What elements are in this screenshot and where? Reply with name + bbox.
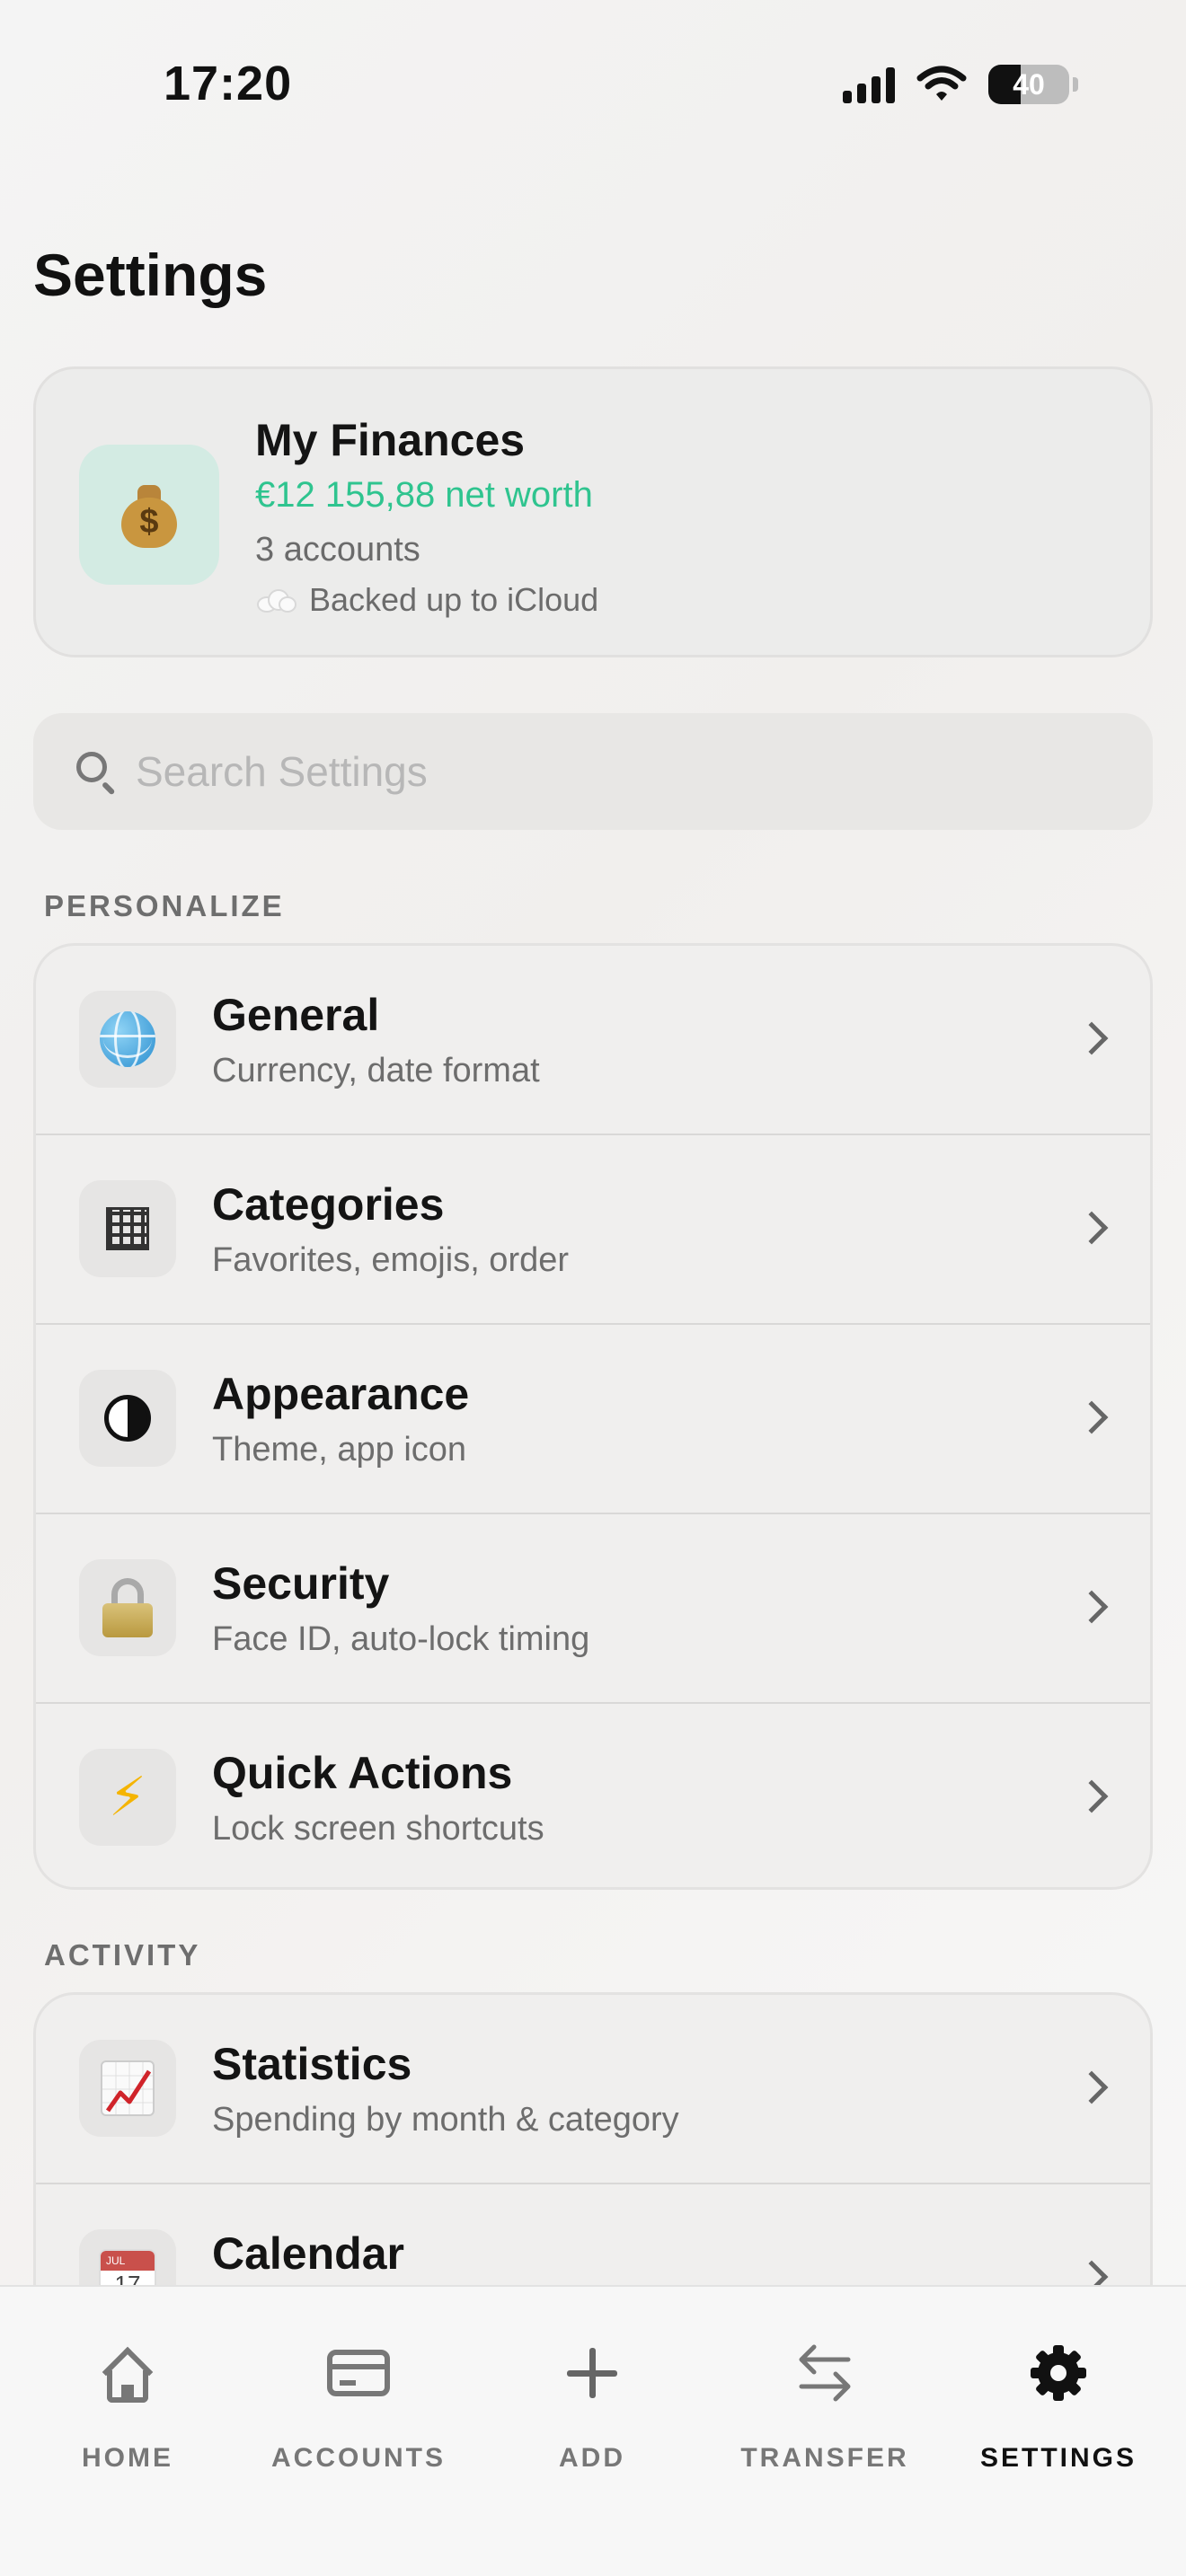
- grid-icon: [106, 1207, 149, 1250]
- battery-level: 40: [1013, 67, 1045, 101]
- search-bar[interactable]: [33, 713, 1153, 830]
- chevron-right-icon: [1075, 1590, 1109, 1624]
- settings-screen: 17:20 40 Settings $ My Finances €12 155,…: [0, 0, 1186, 2576]
- tab-settings[interactable]: SETTINGS: [951, 2337, 1166, 2474]
- tab-bar: HOME ACCOUNTS ADD TRANSFER SETTINGS: [0, 2285, 1186, 2576]
- settings-row-subtitle: Favorites, emojis, order: [212, 1241, 570, 1279]
- settings-row-title: Calendar: [212, 2228, 404, 2279]
- chevron-right-icon: [1075, 2070, 1109, 2104]
- chevron-right-icon: [1075, 1400, 1109, 1434]
- settings-row-subtitle: Theme, app icon: [212, 1431, 467, 1469]
- search-input[interactable]: [136, 736, 1153, 807]
- home-icon: [98, 2343, 157, 2403]
- tab-home[interactable]: HOME: [20, 2337, 235, 2474]
- profile-avatar: $: [79, 445, 219, 585]
- transfer-icon: [799, 2344, 851, 2402]
- profile-name: My Finances: [255, 415, 526, 465]
- settings-row-title: Categories: [212, 1179, 445, 1230]
- tab-label: HOME: [82, 2443, 173, 2473]
- profile-card[interactable]: $ My Finances €12 155,88 net worth 3 acc…: [33, 366, 1153, 657]
- settings-row-title: Appearance: [212, 1369, 470, 1419]
- settings-row-subtitle: Spending by month & category: [212, 2101, 679, 2139]
- page-title: Settings: [33, 242, 268, 308]
- gear-icon: [1031, 2345, 1086, 2401]
- search-icon: [73, 748, 119, 796]
- tab-label: ADD: [559, 2443, 625, 2473]
- plus-icon: [567, 2348, 617, 2398]
- battery-cap: [1073, 77, 1078, 92]
- section-header-personalize: PERSONALIZE: [44, 889, 285, 922]
- settings-row-general[interactable]: General Currency, date format: [36, 946, 1150, 1135]
- net-worth: €12 155,88 net worth: [255, 475, 593, 515]
- chevron-right-icon: [1075, 1779, 1109, 1813]
- globe-icon: [100, 1011, 155, 1067]
- wifi-icon: [916, 66, 967, 101]
- lightning-icon: ⚡: [108, 1767, 147, 1827]
- settings-row-categories[interactable]: Categories Favorites, emojis, order: [36, 1135, 1150, 1325]
- card-icon: [327, 2350, 390, 2396]
- status-bar: 17:20 40: [0, 0, 1186, 171]
- settings-row-title: Quick Actions: [212, 1748, 513, 1798]
- status-icons: 40: [843, 65, 1078, 104]
- account-count: 3 accounts: [255, 531, 420, 569]
- chevron-right-icon: [1075, 1021, 1109, 1055]
- backup-status-label: Backed up to iCloud: [309, 581, 599, 618]
- chart-icon: [101, 2060, 155, 2116]
- chevron-right-icon: [1075, 1211, 1109, 1245]
- battery-icon: 40: [988, 65, 1069, 104]
- settings-row-security[interactable]: Security Face ID, auto-lock timing: [36, 1514, 1150, 1704]
- cellular-signal-icon: [843, 66, 895, 103]
- settings-row-appearance[interactable]: Appearance Theme, app icon: [36, 1325, 1150, 1514]
- settings-row-subtitle: Currency, date format: [212, 1052, 540, 1090]
- cloud-icon: [255, 587, 298, 613]
- section-header-activity: ACTIVITY: [44, 1938, 201, 1972]
- backup-status: Backed up to iCloud: [255, 581, 598, 619]
- settings-row-title: Security: [212, 1558, 390, 1609]
- personalize-group: General Currency, date format Categories…: [33, 943, 1153, 1890]
- contrast-icon: [104, 1395, 151, 1442]
- settings-row-title: Statistics: [212, 2039, 412, 2089]
- settings-row-statistics[interactable]: Statistics Spending by month & category: [36, 1995, 1150, 2184]
- tab-accounts[interactable]: ACCOUNTS: [251, 2337, 466, 2474]
- tab-label: TRANSFER: [740, 2443, 909, 2473]
- settings-row-title: General: [212, 990, 380, 1040]
- settings-row-subtitle: Face ID, auto-lock timing: [212, 1620, 590, 1658]
- tab-label: ACCOUNTS: [271, 2443, 446, 2473]
- tab-transfer[interactable]: TRANSFER: [717, 2337, 933, 2474]
- tab-label: SETTINGS: [979, 2443, 1137, 2473]
- lock-icon: [102, 1578, 153, 1637]
- settings-row-subtitle: Lock screen shortcuts: [212, 1810, 544, 1848]
- money-bag-icon: $: [121, 481, 177, 548]
- calendar-icon-month: JUL: [101, 2251, 155, 2271]
- status-time: 17:20: [164, 57, 293, 110]
- settings-row-quick-actions[interactable]: ⚡ Quick Actions Lock screen shortcuts: [36, 1704, 1150, 1887]
- tab-add[interactable]: ADD: [484, 2337, 700, 2474]
